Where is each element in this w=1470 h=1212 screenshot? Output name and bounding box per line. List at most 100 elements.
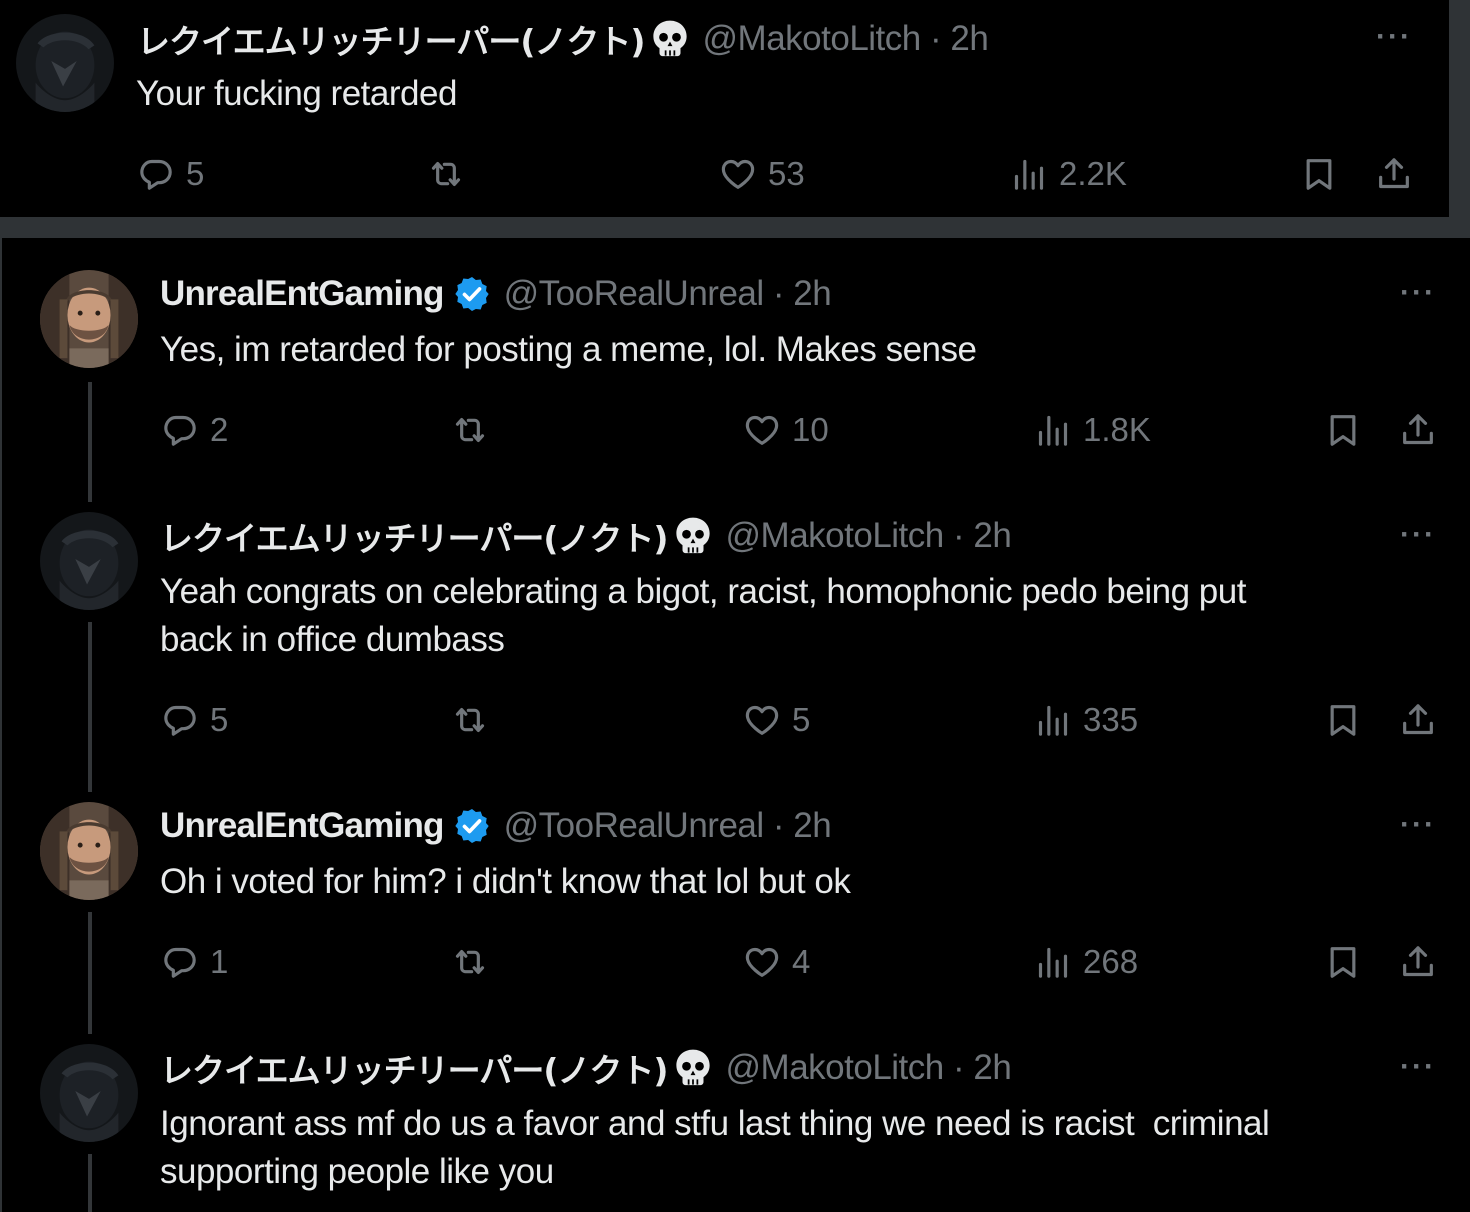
view-count: 268 <box>1083 943 1139 980</box>
tweet-actions: 5 53 2.2K <box>136 152 1426 196</box>
retweet-button[interactable] <box>450 408 490 452</box>
avatar[interactable] <box>16 14 114 112</box>
reply-icon <box>160 700 200 740</box>
like-button[interactable]: 4 <box>742 940 810 984</box>
skull-icon <box>649 18 691 60</box>
views-icon <box>1033 700 1073 740</box>
bookmark-icon <box>1323 410 1363 450</box>
share-icon <box>1374 154 1414 194</box>
display-name[interactable]: レクイエムリッチリーパー(ノクト) <box>160 512 669 560</box>
handle[interactable]: @MakotoLitch · 2h <box>703 19 989 59</box>
heart-icon <box>742 942 782 982</box>
views-icon <box>1009 154 1049 194</box>
reply-count: 5 <box>186 155 205 192</box>
tweet-text: Yeah congrats on celebrating a bigot, ra… <box>160 572 1246 659</box>
retweet-button[interactable] <box>426 152 466 196</box>
retweet-button[interactable] <box>450 698 490 742</box>
handle[interactable]: @TooRealUnreal · 2h <box>504 274 832 314</box>
like-button[interactable]: 5 <box>742 698 810 742</box>
retweet-button[interactable] <box>450 940 490 984</box>
reply-icon <box>136 154 176 194</box>
more-options-button[interactable]: ··· <box>1400 808 1436 842</box>
tweet-0[interactable]: レクイエムリッチリーパー(ノクト) @MakotoLitch · 2h ··· … <box>0 0 1449 217</box>
tweet-actions: 5 5 335 <box>160 698 1450 742</box>
share-icon <box>1398 700 1438 740</box>
like-count: 10 <box>792 411 829 448</box>
verified-badge-icon[interactable] <box>452 274 492 314</box>
views-icon <box>1033 410 1073 450</box>
like-count: 5 <box>792 701 811 738</box>
more-options-button[interactable]: ··· <box>1400 1050 1436 1084</box>
handle[interactable]: @MakotoLitch · 2h <box>726 516 1012 556</box>
bookmark-icon <box>1323 942 1363 982</box>
retweet-icon <box>450 700 490 740</box>
display-name[interactable]: UnrealEntGaming <box>160 274 444 314</box>
thread-line <box>88 622 92 792</box>
retweet-icon <box>450 942 490 982</box>
bookmark-button[interactable] <box>1299 152 1339 196</box>
handle[interactable]: @MakotoLitch · 2h <box>726 1048 1012 1088</box>
tweet-header: レクイエムリッチリーパー(ノクト) @MakotoLitch · 2h <box>137 15 989 63</box>
views-button[interactable]: 268 <box>1033 940 1138 984</box>
share-button[interactable] <box>1398 940 1438 984</box>
bookmark-icon <box>1323 700 1363 740</box>
tweet-header: UnrealEntGaming @TooRealUnreal · 2h <box>160 804 832 848</box>
like-count: 4 <box>792 943 811 980</box>
heart-icon <box>718 154 758 194</box>
skull-icon <box>672 515 714 557</box>
thread-line <box>88 1154 92 1212</box>
tweet-card-top: レクイエムリッチリーパー(ノクト) @MakotoLitch · 2h ··· … <box>0 0 1449 217</box>
like-count: 53 <box>768 155 805 192</box>
heart-icon <box>742 410 782 450</box>
bookmark-button[interactable] <box>1323 940 1363 984</box>
like-button[interactable]: 53 <box>718 152 805 196</box>
views-button[interactable]: 1.8K <box>1033 408 1151 452</box>
views-icon <box>1033 942 1073 982</box>
avatar[interactable] <box>40 1044 138 1142</box>
views-button[interactable]: 335 <box>1033 698 1138 742</box>
avatar[interactable] <box>40 512 138 610</box>
share-button[interactable] <box>1374 152 1414 196</box>
share-button[interactable] <box>1398 698 1438 742</box>
view-count: 335 <box>1083 701 1139 738</box>
tweet-text: Yes, im retarded for posting a meme, lol… <box>160 330 977 369</box>
tweet-4[interactable]: レクイエムリッチリーパー(ノクト) @MakotoLitch · 2h ··· … <box>2 1042 1470 1212</box>
share-button[interactable] <box>1398 408 1438 452</box>
thread-line <box>88 382 92 502</box>
more-options-button[interactable]: ··· <box>1376 20 1412 54</box>
tweet-header: レクイエムリッチリーパー(ノクト) @MakotoLitch · 2h <box>160 1044 1012 1092</box>
view-count: 2.2K <box>1059 155 1127 192</box>
share-icon <box>1398 942 1438 982</box>
bookmark-button[interactable] <box>1323 408 1363 452</box>
tweet-actions: 1 4 268 <box>160 940 1450 984</box>
thread-line <box>88 912 92 1034</box>
tweet-header: レクイエムリッチリーパー(ノクト) @MakotoLitch · 2h <box>160 512 1012 560</box>
tweet-1[interactable]: UnrealEntGaming @TooRealUnreal · 2h ··· … <box>2 238 1470 508</box>
avatar[interactable] <box>40 270 138 368</box>
bookmark-icon <box>1299 154 1339 194</box>
display-name[interactable]: レクイエムリッチリーパー(ノクト) <box>160 1044 669 1092</box>
views-button[interactable]: 2.2K <box>1009 152 1127 196</box>
tweet-3[interactable]: UnrealEntGaming @TooRealUnreal · 2h ··· … <box>2 800 1470 1042</box>
verified-badge-icon[interactable] <box>452 806 492 846</box>
tweet-text: Your fucking retarded <box>136 74 457 113</box>
reply-button[interactable]: 5 <box>136 152 204 196</box>
reply-button[interactable]: 5 <box>160 698 228 742</box>
view-count: 1.8K <box>1083 411 1151 448</box>
display-name[interactable]: レクイエムリッチリーパー(ノクト) <box>137 15 646 63</box>
reply-button[interactable]: 1 <box>160 940 228 984</box>
like-button[interactable]: 10 <box>742 408 829 452</box>
tweet-2[interactable]: レクイエムリッチリーパー(ノクト) @MakotoLitch · 2h ··· … <box>2 508 1470 800</box>
more-options-button[interactable]: ··· <box>1400 276 1436 310</box>
display-name[interactable]: UnrealEntGaming <box>160 806 444 846</box>
reply-count: 1 <box>210 943 229 980</box>
reply-count: 5 <box>210 701 229 738</box>
reply-button[interactable]: 2 <box>160 408 228 452</box>
more-options-button[interactable]: ··· <box>1400 518 1436 552</box>
retweet-icon <box>426 154 466 194</box>
tweet-text: Oh i voted for him? i didn't know that l… <box>160 862 851 901</box>
heart-icon <box>742 700 782 740</box>
avatar[interactable] <box>40 802 138 900</box>
bookmark-button[interactable] <box>1323 698 1363 742</box>
handle[interactable]: @TooRealUnreal · 2h <box>504 806 832 846</box>
